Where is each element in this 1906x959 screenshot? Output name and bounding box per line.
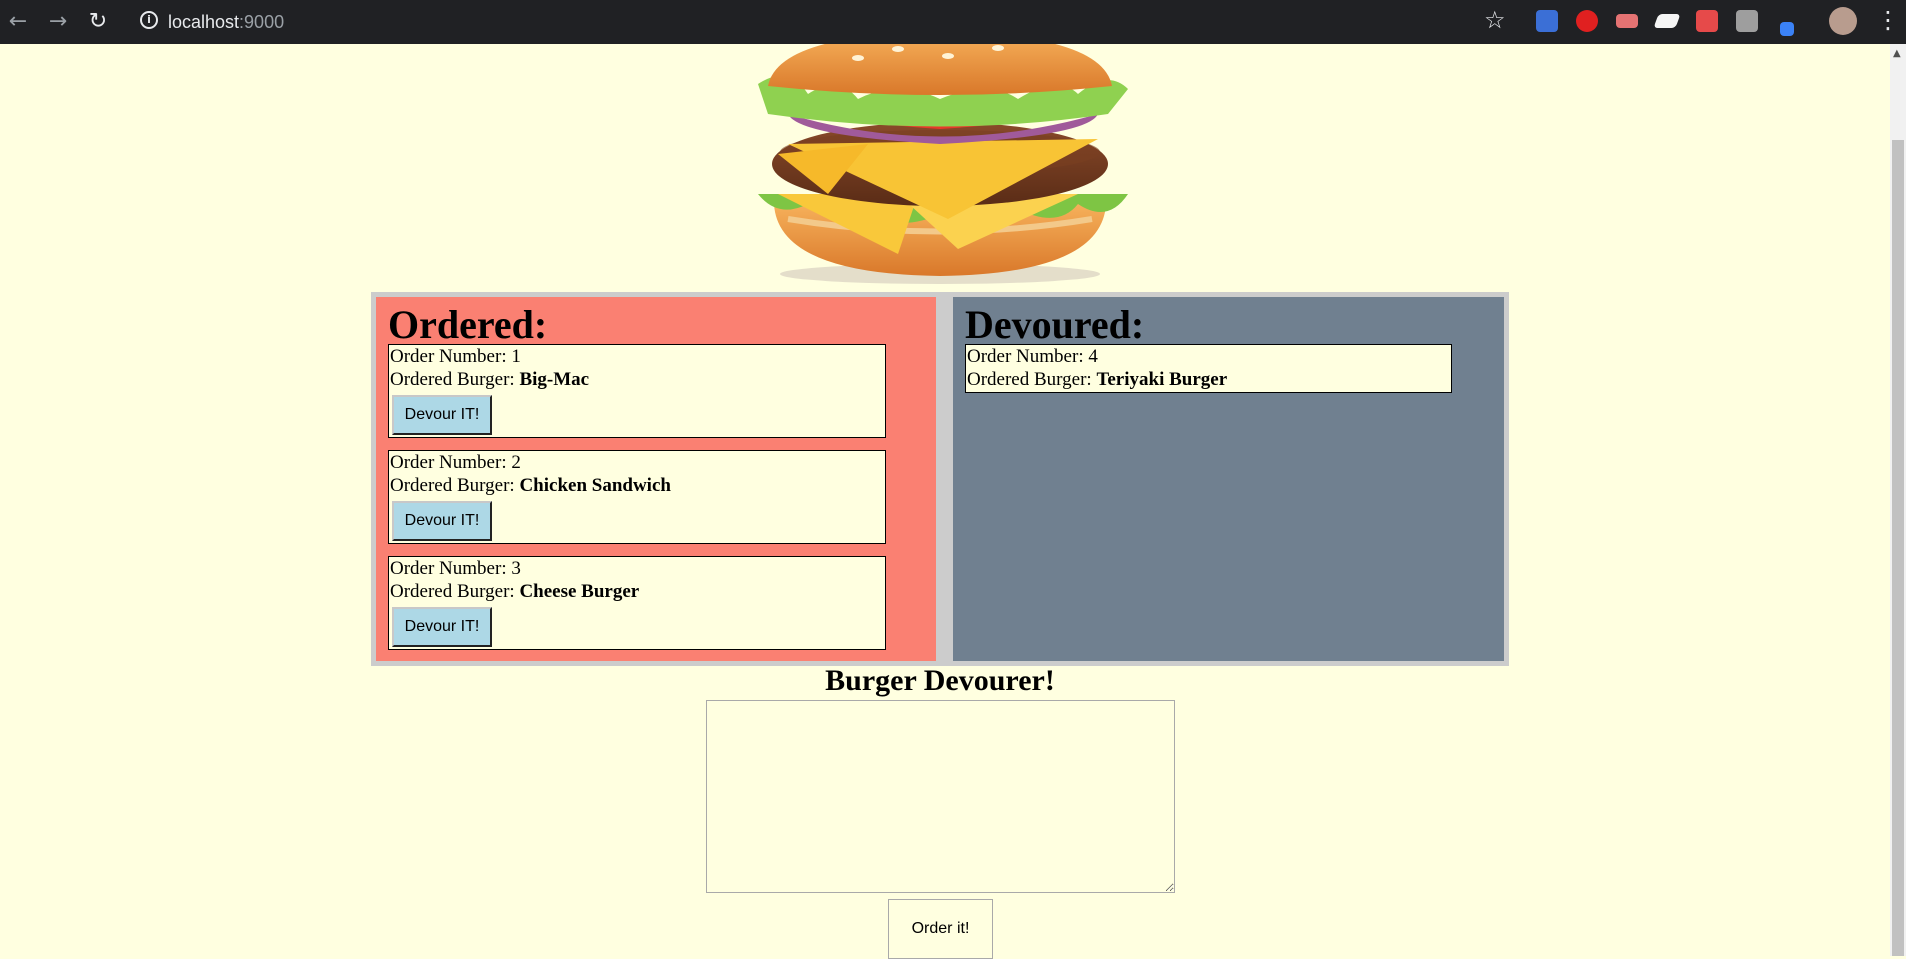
bookmark-star-icon[interactable]: ☆ [1484,6,1506,34]
devour-button[interactable]: Devour IT! [392,501,492,541]
scrollbar-thumb[interactable] [1892,140,1904,956]
scroll-up-arrow-icon[interactable]: ▲ [1893,48,1901,59]
burger-name: Teriyaki Burger [1096,369,1228,390]
browser-toolbar: ← → ↻ i localhost:9000 ☆ ⋮ [0,0,1906,44]
extension-stop-icon[interactable] [1576,10,1598,32]
site-info-icon[interactable]: i [140,11,158,29]
order-number: Order Number: 4 [967,346,1098,367]
order-number: Order Number: 3 [390,558,521,579]
ordered-column: Ordered: Order Number: 1 Ordered Burger:… [376,297,936,661]
order-burger: Ordered Burger: Teriyaki Burger [967,369,1228,390]
order-number: Order Number: 2 [390,452,521,473]
order-button[interactable]: Order it! [888,899,993,959]
reload-icon[interactable]: ↻ [84,8,112,36]
burger-image [758,44,1128,284]
forward-arrow-icon[interactable]: → [44,8,72,36]
devoured-column: Devoured: Order Number: 4 Ordered Burger… [953,297,1504,661]
devoured-heading: Devoured: [965,302,1145,347]
devour-button[interactable]: Devour IT! [392,395,492,435]
order-burger: Ordered Burger: Chicken Sandwich [390,475,671,496]
orders-panel: Ordered: Order Number: 1 Ordered Burger:… [371,292,1509,666]
order-number: Order Number: 1 [390,346,521,367]
extension-pen-icon[interactable] [1780,22,1794,36]
extension-pdf-icon[interactable] [1696,10,1718,32]
order-burger: Ordered Burger: Big-Mac [390,369,590,390]
order-card: Order Number: 2 Ordered Burger: Chicken … [388,450,886,544]
ordered-heading: Ordered: [388,302,548,347]
extension-blue-icon[interactable] [1536,10,1558,32]
order-card: Order Number: 1 Ordered Burger: Big-Mac … [388,344,886,438]
profile-avatar[interactable] [1829,7,1857,35]
burger-name: Cheese Burger [519,581,640,602]
extension-r-icon[interactable] [1736,10,1758,32]
order-burger: Ordered Burger: Cheese Burger [390,581,640,602]
burger-name: Chicken Sandwich [519,475,671,496]
extension-eraser-icon[interactable] [1653,14,1681,28]
menu-kebab-icon[interactable]: ⋮ [1876,6,1900,34]
form-title: Burger Devourer! [825,664,1055,697]
address-bar[interactable]: localhost:9000 [168,10,284,34]
back-arrow-icon[interactable]: ← [4,8,32,36]
order-card: Order Number: 3 Ordered Burger: Cheese B… [388,556,886,650]
burger-name: Big-Mac [519,369,590,390]
burger-name-input[interactable] [706,700,1175,893]
devoured-card: Order Number: 4 Ordered Burger: Teriyaki… [965,344,1452,393]
page-scrollbar[interactable]: ▲ [1890,44,1906,956]
extension-video-icon[interactable] [1616,14,1638,28]
devour-button[interactable]: Devour IT! [392,607,492,647]
